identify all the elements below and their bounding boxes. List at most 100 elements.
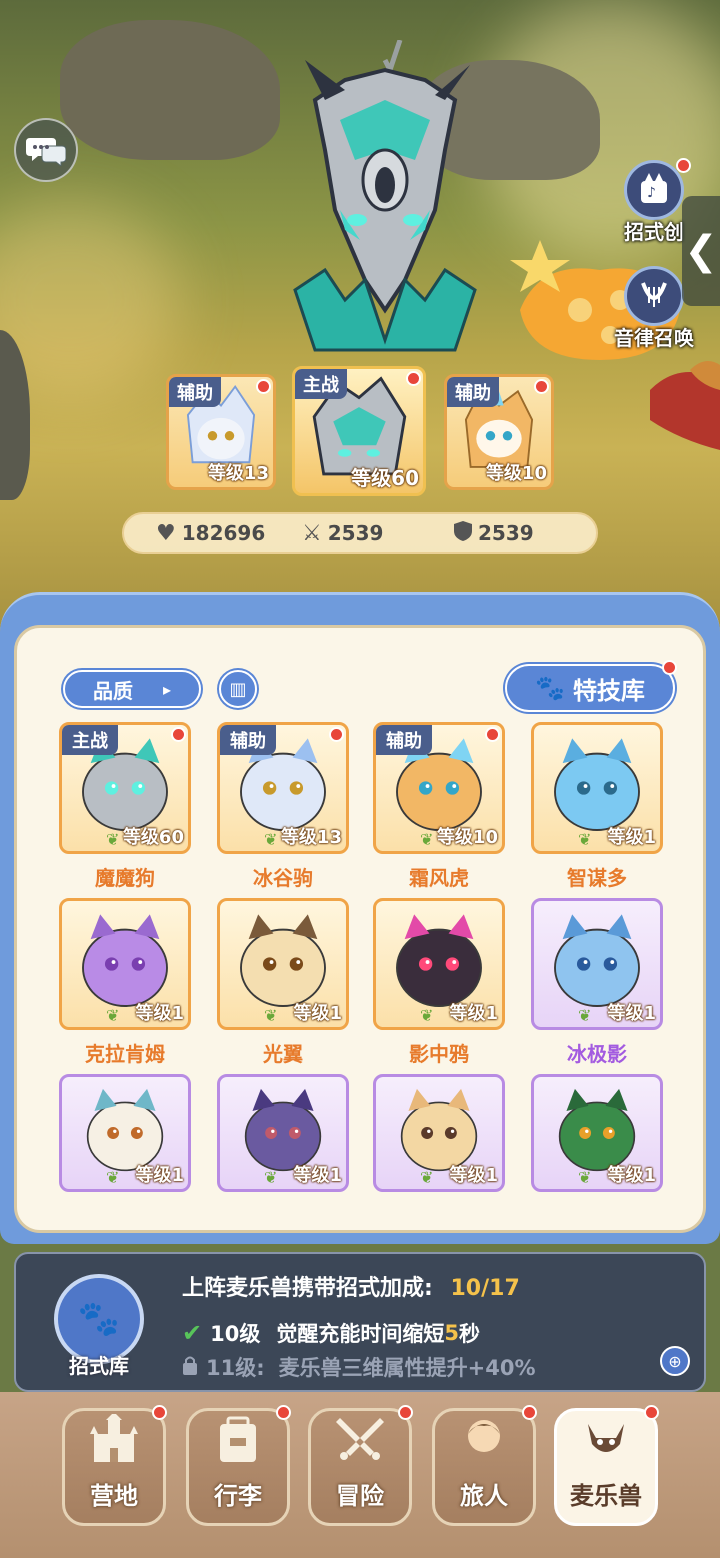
- pet-level: 等级1: [607, 1003, 656, 1024]
- sprout-icon: ❦: [578, 1168, 592, 1187]
- skill-library-shortcut-label: 招式库: [69, 1354, 129, 1378]
- heart-icon: ♥: [156, 520, 176, 546]
- notification-dot: [152, 1405, 167, 1420]
- nav-pet[interactable]: 麦乐兽: [554, 1405, 659, 1526]
- team-slot-main[interactable]: 主战 等级60: [292, 366, 426, 496]
- notification-dot: [644, 1405, 659, 1420]
- attack-stat: ⚔ 2539: [302, 521, 383, 546]
- skill-library-label: 特技库: [572, 676, 645, 705]
- chat-button[interactable]: [14, 118, 78, 182]
- pet-level: 等级1: [449, 1165, 498, 1186]
- slot-level: 等级10: [485, 463, 547, 484]
- pet-level: 等级1: [449, 1003, 498, 1024]
- bonus-row-unlocked: ✔ 10级 觉醒充能时间缩短 5 秒: [182, 1318, 480, 1348]
- pet-level: 等级1: [293, 1003, 342, 1024]
- pet-name: 魔魔狗: [95, 866, 155, 890]
- bonus-progress: 10/17: [450, 1276, 520, 1301]
- nav-bag[interactable]: 行李: [186, 1405, 291, 1526]
- sprout-icon: ❦: [106, 830, 120, 849]
- paw-icon: 🐾: [77, 1299, 121, 1339]
- nav-castle[interactable]: 营地: [62, 1405, 167, 1526]
- notification-dot: [171, 727, 186, 742]
- sprout-icon: ❦: [420, 830, 434, 849]
- pet-level: 等级1: [293, 1165, 342, 1186]
- nav-traveler[interactable]: 旅人: [432, 1405, 537, 1526]
- nav-label: 行李: [214, 1482, 262, 1510]
- hp-value: 182696: [181, 521, 266, 545]
- hp-stat: ♥ 182696: [156, 521, 265, 546]
- shield-icon: [454, 520, 472, 546]
- slot-role-tag: 辅助: [169, 377, 221, 407]
- row1-text-b: 秒: [458, 1322, 480, 1346]
- pet-card[interactable]: 等级1 ❦: [59, 898, 191, 1030]
- caret-icon: ▸: [162, 679, 172, 699]
- row1-highlight: 5: [444, 1321, 459, 1345]
- pet-role-tag: 辅助: [376, 725, 432, 755]
- nav-label: 营地: [90, 1482, 138, 1510]
- zoom-button[interactable]: ⊕: [660, 1346, 690, 1376]
- pet-card[interactable]: 等级1 ❦: [531, 1074, 663, 1192]
- sprout-icon: ❦: [264, 830, 278, 849]
- traveler-icon: [454, 1414, 514, 1468]
- team-slot-support-1[interactable]: 辅助 等级13: [166, 374, 276, 490]
- pet-card[interactable]: 辅助 等级13 ❦: [217, 722, 349, 854]
- pet-card[interactable]: 等级1 ❦: [531, 898, 663, 1030]
- bag-icon: [208, 1414, 268, 1468]
- notification-dot: [676, 158, 691, 173]
- sprout-icon: ❦: [264, 1168, 278, 1187]
- slot-level: 等级60: [351, 466, 419, 490]
- notification-dot: [276, 1405, 291, 1420]
- rock: [60, 20, 280, 160]
- side-panel-collapse-button[interactable]: ❮: [682, 196, 720, 306]
- nav-label: 麦乐兽: [570, 1482, 642, 1510]
- pet-card[interactable]: 等级1 ❦: [217, 898, 349, 1030]
- pet-name: 影中鸦: [409, 1042, 469, 1066]
- nav-label: 旅人: [460, 1482, 508, 1510]
- pet-card[interactable]: 等级1 ❦: [531, 722, 663, 854]
- bonus-row-locked: 11级: 麦乐兽三维属性提升+40%: [182, 1352, 536, 1382]
- book-icon: ▥: [229, 678, 247, 700]
- sprout-icon: ❦: [420, 1006, 434, 1025]
- notification-dot: [534, 379, 549, 394]
- pet-level: 等级1: [607, 1165, 656, 1186]
- pet-role-tag: 主战: [62, 725, 118, 755]
- pet-name: 智谋多: [567, 866, 627, 890]
- light-glow: [0, 200, 180, 400]
- sprout-icon: ❦: [106, 1006, 120, 1025]
- pet-level: 等级10: [436, 827, 498, 848]
- castle-icon: [84, 1412, 144, 1468]
- pet-card[interactable]: 等级1 ❦: [373, 1074, 505, 1192]
- pet-card[interactable]: 主战等级60 ❦: [59, 722, 191, 854]
- skill-create-label: 招式创: [624, 220, 684, 244]
- info-book-button[interactable]: ▥: [219, 670, 257, 708]
- pet-collection-inner: 品质 ▸ ▥ 🐾 特技库 主战 等级60 ❦ 魔魔狗 辅助 等级13 ❦ 冰谷驹 辅助 等级10 ❦…: [14, 625, 706, 1233]
- nav-swords[interactable]: 冒险: [308, 1405, 413, 1526]
- sort-quality-button[interactable]: 品质 ▸: [63, 670, 201, 708]
- notification-dot: [522, 1405, 537, 1420]
- checkmark-icon: ✔: [182, 1319, 203, 1347]
- notification-dot: [485, 727, 500, 742]
- pet-card[interactable]: 辅助等级10 ❦: [373, 722, 505, 854]
- pet-level: 等级1: [135, 1003, 184, 1024]
- skill-library-button[interactable]: 🐾 特技库: [505, 660, 677, 712]
- pet-level: 等级1: [135, 1165, 184, 1186]
- chat-bubbles-icon: [26, 138, 66, 166]
- pet-card[interactable]: 等级1 ❦: [373, 898, 505, 1030]
- notification-dot: [398, 1405, 413, 1420]
- main-pet-model[interactable]: [285, 40, 485, 360]
- lyre-icon: [624, 266, 684, 326]
- pet-card[interactable]: 等级1 ❦: [217, 1074, 349, 1192]
- swords-icon: [330, 1414, 390, 1468]
- notification-dot: [256, 379, 271, 394]
- pet-card[interactable]: 等级1 ❦: [59, 1074, 191, 1192]
- nav-label: 冒险: [336, 1482, 384, 1510]
- pet-collection-panel: 品质 ▸ ▥ 🐾 特技库 主战 等级60 ❦ 魔魔狗 辅助 等级13 ❦ 冰谷驹 辅助 等级10 ❦…: [0, 592, 720, 1244]
- notification-dot: [406, 371, 421, 386]
- pet-level: 等级60: [122, 827, 184, 848]
- defense-value: 2539: [478, 521, 534, 545]
- skill-bonus-panel: 🐾 招式库 上阵麦乐兽携带招式加成: 10/17 ✔ 10级 觉醒充能时间缩短 5…: [14, 1252, 706, 1392]
- music-cat-icon: ♪: [624, 160, 684, 220]
- slot-level: 等级13: [207, 463, 269, 484]
- team-slot-support-2[interactable]: 辅助 等级10: [444, 374, 554, 490]
- sprout-icon: ❦: [106, 1168, 120, 1187]
